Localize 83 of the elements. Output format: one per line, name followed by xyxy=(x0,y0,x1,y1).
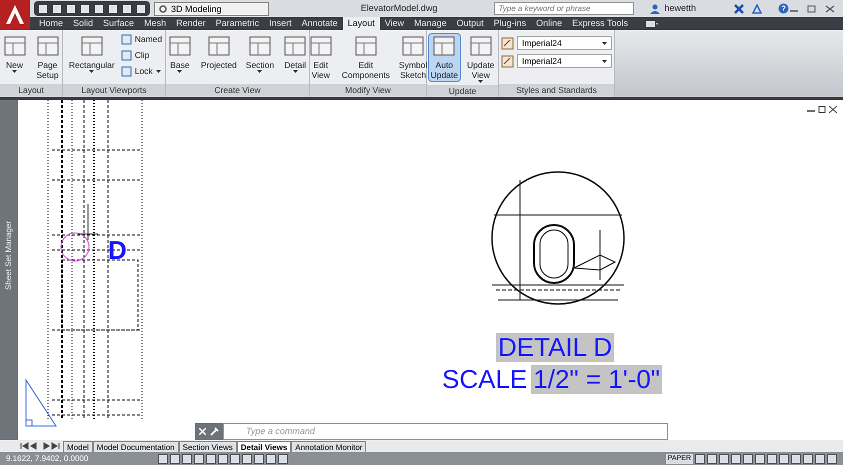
triangle-icon[interactable] xyxy=(752,4,762,14)
window-icon xyxy=(120,66,132,77)
caret-icon xyxy=(602,60,607,62)
panel-title: Modify View xyxy=(310,84,426,97)
ribbon-button[interactable]: Clip xyxy=(120,49,162,62)
sheet-tab[interactable]: Section Views xyxy=(178,441,237,452)
close-icon[interactable] xyxy=(829,106,837,113)
window-icon xyxy=(120,50,132,61)
detail-boundary-icon xyxy=(60,232,90,262)
ribbon-button[interactable]: Page Setup xyxy=(32,33,62,82)
ribbon-tab[interactable]: Insert xyxy=(264,17,297,30)
ribbon-tab[interactable]: Surface xyxy=(98,17,140,30)
ribbon-button[interactable]: Named xyxy=(120,33,162,46)
ribbon-tab[interactable]: Output xyxy=(452,17,489,30)
detail-marker: D xyxy=(108,237,127,263)
sheet-tab[interactable]: Model Documentation xyxy=(92,441,179,452)
sheet-icon xyxy=(80,34,104,58)
coordinates-readout: 9.1622, 7.9402, 0.0000 xyxy=(6,452,90,464)
sheet-icon xyxy=(248,34,272,58)
style-dropdown[interactable]: Imperial24 xyxy=(517,36,612,50)
ribbon-tab[interactable]: Annotate xyxy=(296,17,343,30)
sheet-icon xyxy=(354,34,378,58)
ribbon-button[interactable]: Lock xyxy=(120,65,162,78)
close-icon[interactable] xyxy=(825,4,835,12)
sheet-icon xyxy=(283,34,308,58)
ribbon-tab[interactable]: Online xyxy=(531,17,568,30)
x-icon[interactable] xyxy=(734,4,744,14)
palette-title: Sheet Set Manager xyxy=(3,221,14,290)
ribbon-tab[interactable]: Solid xyxy=(68,17,98,30)
style-dropdown[interactable]: Imperial24 xyxy=(517,54,612,68)
ribbon-tab[interactable]: Layout xyxy=(342,17,380,30)
ribbon-button[interactable]: Symbol Sketch xyxy=(396,33,430,82)
gear-icon xyxy=(159,4,167,12)
window-title: ElevatorModel.dwg xyxy=(360,2,438,15)
sheet-icon xyxy=(432,34,456,58)
style-icon xyxy=(501,36,514,50)
ribbon-button[interactable]: Base xyxy=(164,33,195,75)
sheet-tab[interactable]: Detail Views xyxy=(236,441,292,452)
app-logo-icon[interactable] xyxy=(0,0,30,30)
drawing-label: SCALE xyxy=(442,365,528,394)
restore-icon[interactable] xyxy=(818,106,826,113)
command-input[interactable]: Type a command xyxy=(223,423,668,440)
ribbon-tab[interactable]: Express Tools xyxy=(567,17,634,30)
ribbon-tab[interactable]: Manage xyxy=(409,17,452,30)
search-field[interactable]: Type a keyword or phrase xyxy=(494,2,634,15)
sheet-icon xyxy=(206,34,231,58)
restore-icon[interactable] xyxy=(807,4,817,12)
workspace-dropdown[interactable]: 3D Modeling xyxy=(154,2,269,16)
ribbon-tab[interactable]: View xyxy=(380,17,410,30)
ribbon-button[interactable]: Edit Components xyxy=(338,33,393,82)
sheet-tab[interactable]: Annotation Monitor xyxy=(291,441,366,452)
sheet-icon xyxy=(2,34,26,58)
ribbon-tab[interactable]: Parametric xyxy=(210,17,264,30)
ribbon-tab[interactable]: Plug-ins xyxy=(488,17,532,30)
sheet-icon xyxy=(468,34,493,58)
ribbon-tab[interactable]: Mesh xyxy=(139,17,172,30)
ucs-icon xyxy=(24,378,58,428)
tab-navigation-icon[interactable] xyxy=(20,442,60,450)
drawing-label: DETAIL D xyxy=(496,333,614,362)
ribbon-tab[interactable]: Home xyxy=(34,17,68,30)
ribbon-button[interactable]: Auto Update xyxy=(428,33,461,82)
sheet-tab[interactable]: Model xyxy=(63,441,93,452)
panel-title: Layout xyxy=(0,84,62,97)
drawing-label: 1/2" = 1'-0" xyxy=(531,365,662,394)
ribbon-button[interactable]: Update View xyxy=(464,33,498,85)
ribbon-tab[interactable]: Render xyxy=(171,17,211,30)
sheet-icon xyxy=(36,34,60,58)
panel-title: Update xyxy=(427,85,498,98)
wrench-icon[interactable] xyxy=(210,427,219,436)
ribbon-button[interactable]: Projected xyxy=(198,33,240,72)
panel-title: Layout Viewports xyxy=(63,84,165,97)
panel-title: Styles and Standards xyxy=(499,84,614,97)
ribbon-button[interactable]: New xyxy=(0,33,30,75)
caret-icon xyxy=(602,42,607,44)
crosshair-icon xyxy=(78,204,98,240)
help-icon[interactable] xyxy=(778,3,789,14)
ribbon-button[interactable]: Rectangular xyxy=(66,33,118,75)
user-icon xyxy=(650,4,660,14)
ribbon-button[interactable]: Section xyxy=(242,33,278,75)
style-icon xyxy=(501,54,514,68)
panel-title: Create View xyxy=(166,84,309,97)
window-icon xyxy=(120,34,132,45)
user-name[interactable]: hewetth xyxy=(664,2,696,16)
